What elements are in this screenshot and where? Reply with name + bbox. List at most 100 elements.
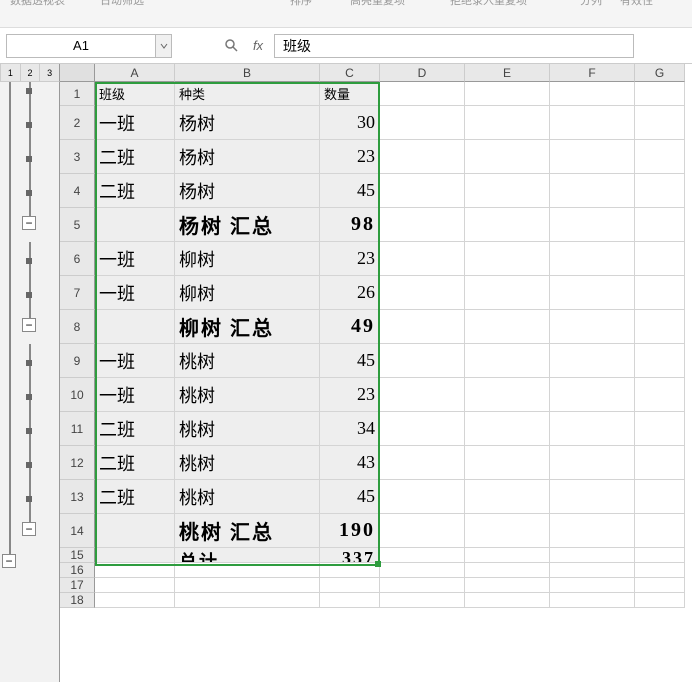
- cell[interactable]: [550, 276, 635, 310]
- cell[interactable]: 杨树: [175, 106, 320, 140]
- cell[interactable]: [465, 412, 550, 446]
- cell[interactable]: 桃树: [175, 378, 320, 412]
- row-header[interactable]: 15: [60, 548, 95, 563]
- cell[interactable]: [550, 378, 635, 412]
- cell[interactable]: 二班: [95, 446, 175, 480]
- cell[interactable]: [95, 514, 175, 548]
- cell[interactable]: [550, 514, 635, 548]
- cell[interactable]: [380, 276, 465, 310]
- cell[interactable]: 柳树: [175, 276, 320, 310]
- cell[interactable]: [550, 242, 635, 276]
- cell[interactable]: [465, 276, 550, 310]
- cell[interactable]: [635, 593, 685, 608]
- cell[interactable]: [465, 563, 550, 578]
- outline-collapse-button[interactable]: −: [22, 522, 36, 536]
- cell[interactable]: 班级: [95, 82, 175, 106]
- cell[interactable]: [465, 514, 550, 548]
- cell[interactable]: [550, 578, 635, 593]
- row-header[interactable]: 14: [60, 514, 95, 548]
- ribbon-item[interactable]: 排序: [290, 0, 312, 8]
- cell[interactable]: [380, 446, 465, 480]
- ribbon-item[interactable]: 分列: [580, 0, 602, 8]
- cell[interactable]: [550, 593, 635, 608]
- row-header[interactable]: 12: [60, 446, 95, 480]
- cell[interactable]: [550, 106, 635, 140]
- outline-collapse-button[interactable]: −: [22, 318, 36, 332]
- cell[interactable]: 23: [320, 140, 380, 174]
- cell[interactable]: [635, 480, 685, 514]
- row-header[interactable]: 1: [60, 82, 95, 106]
- cell[interactable]: [380, 514, 465, 548]
- cell[interactable]: [635, 208, 685, 242]
- cell[interactable]: [95, 578, 175, 593]
- cell[interactable]: [380, 208, 465, 242]
- cell[interactable]: [380, 578, 465, 593]
- cell[interactable]: [635, 548, 685, 563]
- cell[interactable]: 杨树: [175, 174, 320, 208]
- ribbon-item[interactable]: 高亮重复项: [350, 0, 405, 8]
- ribbon-item[interactable]: 日动筛选: [100, 0, 144, 8]
- cell[interactable]: [635, 514, 685, 548]
- cell[interactable]: [550, 548, 635, 563]
- cell[interactable]: [635, 344, 685, 378]
- cell[interactable]: 43: [320, 446, 380, 480]
- cell[interactable]: [550, 563, 635, 578]
- column-header-B[interactable]: B: [175, 64, 320, 82]
- cell[interactable]: [465, 106, 550, 140]
- cell[interactable]: [95, 310, 175, 344]
- cell[interactable]: 190: [320, 514, 380, 548]
- cell[interactable]: 49: [320, 310, 380, 344]
- cell[interactable]: [380, 480, 465, 514]
- column-header-D[interactable]: D: [380, 64, 465, 82]
- cell[interactable]: 二班: [95, 412, 175, 446]
- cell[interactable]: [380, 344, 465, 378]
- cell[interactable]: [635, 276, 685, 310]
- cell[interactable]: 23: [320, 378, 380, 412]
- cell[interactable]: [635, 106, 685, 140]
- cell[interactable]: [465, 480, 550, 514]
- cell[interactable]: 桃树 汇总: [175, 514, 320, 548]
- outline-level-1[interactable]: 1: [0, 64, 20, 81]
- cell[interactable]: [465, 578, 550, 593]
- cell[interactable]: [380, 378, 465, 412]
- cell[interactable]: 26: [320, 276, 380, 310]
- cell[interactable]: 二班: [95, 174, 175, 208]
- cell[interactable]: 二班: [95, 480, 175, 514]
- fx-icon[interactable]: fx: [248, 36, 268, 56]
- cell[interactable]: 98: [320, 208, 380, 242]
- cell[interactable]: [380, 310, 465, 344]
- cell[interactable]: [465, 140, 550, 174]
- cell[interactable]: [380, 412, 465, 446]
- cell[interactable]: [95, 593, 175, 608]
- outline-collapse-button[interactable]: −: [22, 216, 36, 230]
- cell[interactable]: [380, 106, 465, 140]
- cell[interactable]: [550, 480, 635, 514]
- cell[interactable]: [175, 578, 320, 593]
- cell[interactable]: 45: [320, 174, 380, 208]
- cell[interactable]: [635, 242, 685, 276]
- cell[interactable]: [380, 593, 465, 608]
- cell[interactable]: 种类: [175, 82, 320, 106]
- cell[interactable]: [550, 310, 635, 344]
- cell[interactable]: 30: [320, 106, 380, 140]
- cell[interactable]: 数量: [320, 82, 380, 106]
- column-header-E[interactable]: E: [465, 64, 550, 82]
- row-header[interactable]: 9: [60, 344, 95, 378]
- cell[interactable]: 桃树: [175, 412, 320, 446]
- cell[interactable]: [550, 412, 635, 446]
- cell[interactable]: 337: [320, 548, 380, 563]
- cell[interactable]: [95, 563, 175, 578]
- name-box[interactable]: A1: [6, 34, 156, 58]
- cell[interactable]: [175, 563, 320, 578]
- cell[interactable]: 一班: [95, 378, 175, 412]
- outline-level-3[interactable]: 3: [39, 64, 59, 81]
- column-header-C[interactable]: C: [320, 64, 380, 82]
- cell[interactable]: [465, 82, 550, 106]
- cell[interactable]: 总计: [175, 548, 320, 563]
- cell[interactable]: [380, 174, 465, 208]
- outline-collapse-button[interactable]: −: [2, 554, 16, 568]
- cell[interactable]: [380, 548, 465, 563]
- cell[interactable]: [465, 310, 550, 344]
- cell[interactable]: [550, 82, 635, 106]
- formula-input[interactable]: 班级: [274, 34, 634, 58]
